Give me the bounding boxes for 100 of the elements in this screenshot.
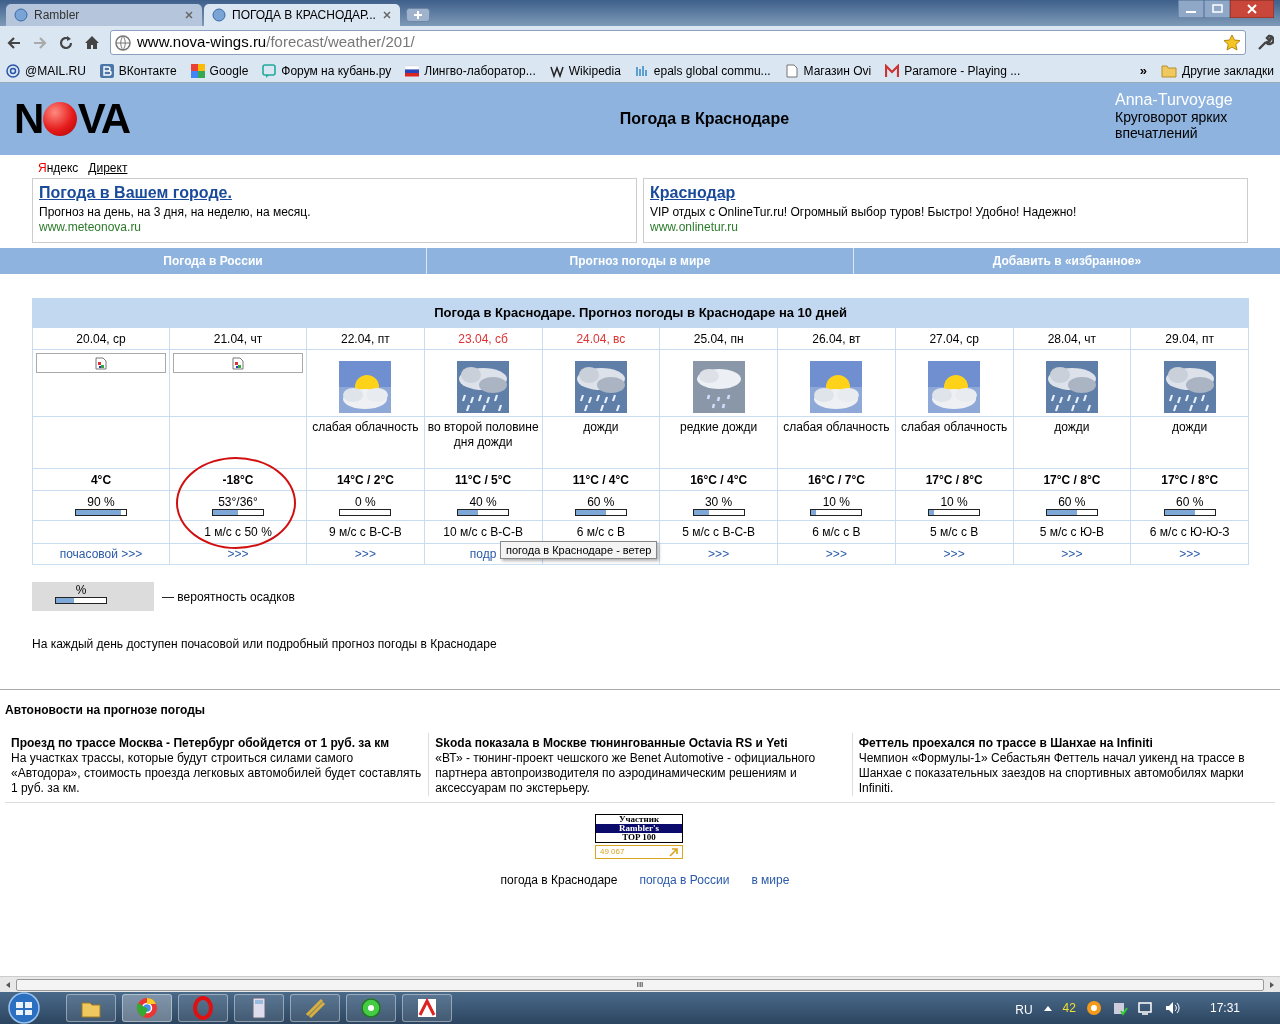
url-text: www.nova-wings.ru/forecast/weather/201/ xyxy=(137,32,416,53)
more-bookmarks-button[interactable]: » xyxy=(1139,60,1148,81)
temperature: -18°C xyxy=(222,472,254,487)
bookmark[interactable]: Paramore - Playing ... xyxy=(885,61,1021,80)
star-icon[interactable] xyxy=(1223,34,1241,51)
condition-text: дожди xyxy=(1053,420,1091,435)
bookmark[interactable]: Лингво-лаборатор... xyxy=(405,61,536,80)
tray-counter[interactable]: 42 xyxy=(1062,999,1076,1017)
wind-text: 5 м/с с В xyxy=(930,525,979,539)
page-icon xyxy=(784,63,799,78)
close-button[interactable] xyxy=(1230,0,1274,18)
note-text: На каждый день доступен почасовой или подробный прогноз погоды в Краснодаре xyxy=(32,636,498,653)
taskbar-button[interactable] xyxy=(402,994,452,1022)
percent-sign: % xyxy=(75,584,87,597)
temperature: 14°C / 2°C xyxy=(336,472,394,487)
temperature: 17°C / 8°C xyxy=(925,472,983,487)
other-bookmarks-folder[interactable]: Другие закладки xyxy=(1161,61,1274,80)
bookmark[interactable]: Google xyxy=(190,61,249,80)
bookmark[interactable]: Wikipedia xyxy=(549,61,621,80)
footer-link[interactable]: погода в Краснодаре xyxy=(500,871,618,889)
new-tab-button[interactable] xyxy=(406,8,430,22)
close-icon[interactable] xyxy=(184,10,194,20)
folder-icon xyxy=(1161,62,1178,79)
taskbar-button[interactable] xyxy=(66,994,116,1022)
taskbar-button[interactable] xyxy=(346,994,396,1022)
footer-link[interactable]: погода в России xyxy=(639,871,730,889)
speaker-icon[interactable] xyxy=(1163,1000,1180,1016)
browser-tab[interactable]: Rambler xyxy=(6,4,202,26)
condition-text: дожди xyxy=(1171,420,1209,435)
bookmark[interactable]: @MAIL.RU xyxy=(6,61,86,80)
tray-arrow-icon[interactable] xyxy=(1042,1004,1053,1012)
ad-text: VIP отдых с OnlineTur.ru! Огромный выбор туров! Быстро! Удобно! Надежно! xyxy=(650,204,1078,220)
circle-icon[interactable] xyxy=(1085,1000,1102,1016)
forecast-link[interactable]: подр xyxy=(469,547,497,561)
forecast-link[interactable]: >>> xyxy=(943,547,965,561)
footer-link[interactable]: в мире xyxy=(751,871,790,889)
precipitation-percent: 0 % xyxy=(355,495,376,509)
forecast-link[interactable]: >>> xyxy=(227,547,249,561)
ad-url-link[interactable]: www.onlinetur.ru xyxy=(650,220,739,234)
taskbar-button[interactable] xyxy=(290,994,340,1022)
scroll-left-icon[interactable] xyxy=(4,979,12,990)
wind-text: 1 м/с с 50 % xyxy=(204,525,272,539)
at-sign-icon xyxy=(6,63,20,78)
home-icon[interactable] xyxy=(84,34,100,51)
precipitation-percent: 53°/36° xyxy=(218,495,258,509)
date-label: 29.04, пт xyxy=(1165,331,1215,346)
bookmark[interactable]: Форум на кубань.ру xyxy=(262,61,392,80)
taskbar-button[interactable] xyxy=(234,994,284,1022)
precipitation-percent: 10 % xyxy=(822,495,851,509)
news-text: На участках трассы, которые будут строиться силами самого «Автодора», стоимость проезда легковых автомобилей будет составлять 1 руб. за км. xyxy=(11,751,423,796)
forecast-link[interactable]: >>> xyxy=(708,547,730,561)
forecast-link[interactable]: >>> xyxy=(1061,547,1083,561)
wind-text: 6 м/с с В xyxy=(812,525,861,539)
precipitation-percent: 60 % xyxy=(1058,495,1086,509)
taskbar-button[interactable] xyxy=(178,994,228,1022)
precipitation-percent: 90 % xyxy=(87,495,115,509)
address-bar[interactable]: www.nova-wings.ru/forecast/weather/201/ xyxy=(110,30,1246,55)
news-title-link[interactable]: Проезд по трассе Москва - Петербург обойдется от 1 руб. за км xyxy=(11,736,423,751)
scroll-right-icon[interactable] xyxy=(1268,979,1276,990)
clock[interactable]: 17:31 xyxy=(1209,999,1240,1017)
news-title-link[interactable]: Skoda показала в Москве тюнингованные Octavia RS и Yeti xyxy=(435,736,846,751)
ad-title-link[interactable]: Краснодар xyxy=(650,183,736,203)
close-icon[interactable] xyxy=(382,10,392,20)
news-text: «ВТ» - тюнинг-проект чешского же Benet Automotive - официального партнера автопроизводителя по аэродинамическим решениям и аксессуарам по экстерьеру. xyxy=(435,751,817,796)
precipitation-percent: 10 % xyxy=(940,495,968,509)
logo-letters: VA xyxy=(77,98,129,140)
bookmark[interactable]: epals global commu... xyxy=(634,61,771,80)
temperature: 16°C / 4°C xyxy=(690,472,748,487)
wind-text: 5 м/с с Ю-В xyxy=(1039,525,1105,539)
language-indicator[interactable]: RU xyxy=(1015,1001,1033,1019)
browser-tab[interactable]: ПОГОДА В КРАСНОДАР... xyxy=(204,4,400,26)
bookmark[interactable]: Магазин Ovi xyxy=(784,61,872,80)
bookmark[interactable]: ВКонтакте xyxy=(99,61,177,80)
letter-b-icon xyxy=(99,63,114,78)
condition-text: редкие дожди xyxy=(678,420,759,435)
news-title-link[interactable]: Феттель проехался по трассе в Шанхае на Infiniti xyxy=(858,736,1269,751)
ad-title-link[interactable]: Погода в Вашем городе. xyxy=(39,183,232,203)
taskbar-button[interactable] xyxy=(122,994,172,1022)
forecast-link[interactable]: >>> xyxy=(1179,547,1201,561)
forecast-link[interactable]: >>> xyxy=(825,547,847,561)
checkmark-icon[interactable] xyxy=(1111,1000,1128,1016)
maximize-button[interactable] xyxy=(1204,0,1230,18)
back-icon[interactable] xyxy=(6,34,22,51)
globe-icon xyxy=(115,34,131,51)
condition-text: во второй половине дня дожди xyxy=(426,420,540,450)
rain-cloud-icon xyxy=(1045,361,1098,413)
start-button[interactable] xyxy=(6,992,42,1024)
minimize-button[interactable] xyxy=(1178,0,1204,18)
rain-cloud-icon xyxy=(1163,361,1216,413)
date-label: 20.04, ср xyxy=(76,331,126,346)
wrench-icon[interactable] xyxy=(1256,33,1274,52)
sun-cloud-icon xyxy=(810,361,863,413)
yandex-label[interactable]: Яндекс xyxy=(38,159,79,177)
reload-icon[interactable] xyxy=(58,34,74,51)
ad-url-link[interactable]: www.meteonova.ru xyxy=(39,220,142,234)
forecast-link[interactable]: >>> xyxy=(354,547,376,561)
scrollbar-thumb[interactable]: III xyxy=(16,978,1264,991)
wind-text: 6 м/с с В xyxy=(576,525,625,539)
network-icon[interactable] xyxy=(1137,1000,1154,1016)
direct-link[interactable]: Директ xyxy=(88,159,128,177)
